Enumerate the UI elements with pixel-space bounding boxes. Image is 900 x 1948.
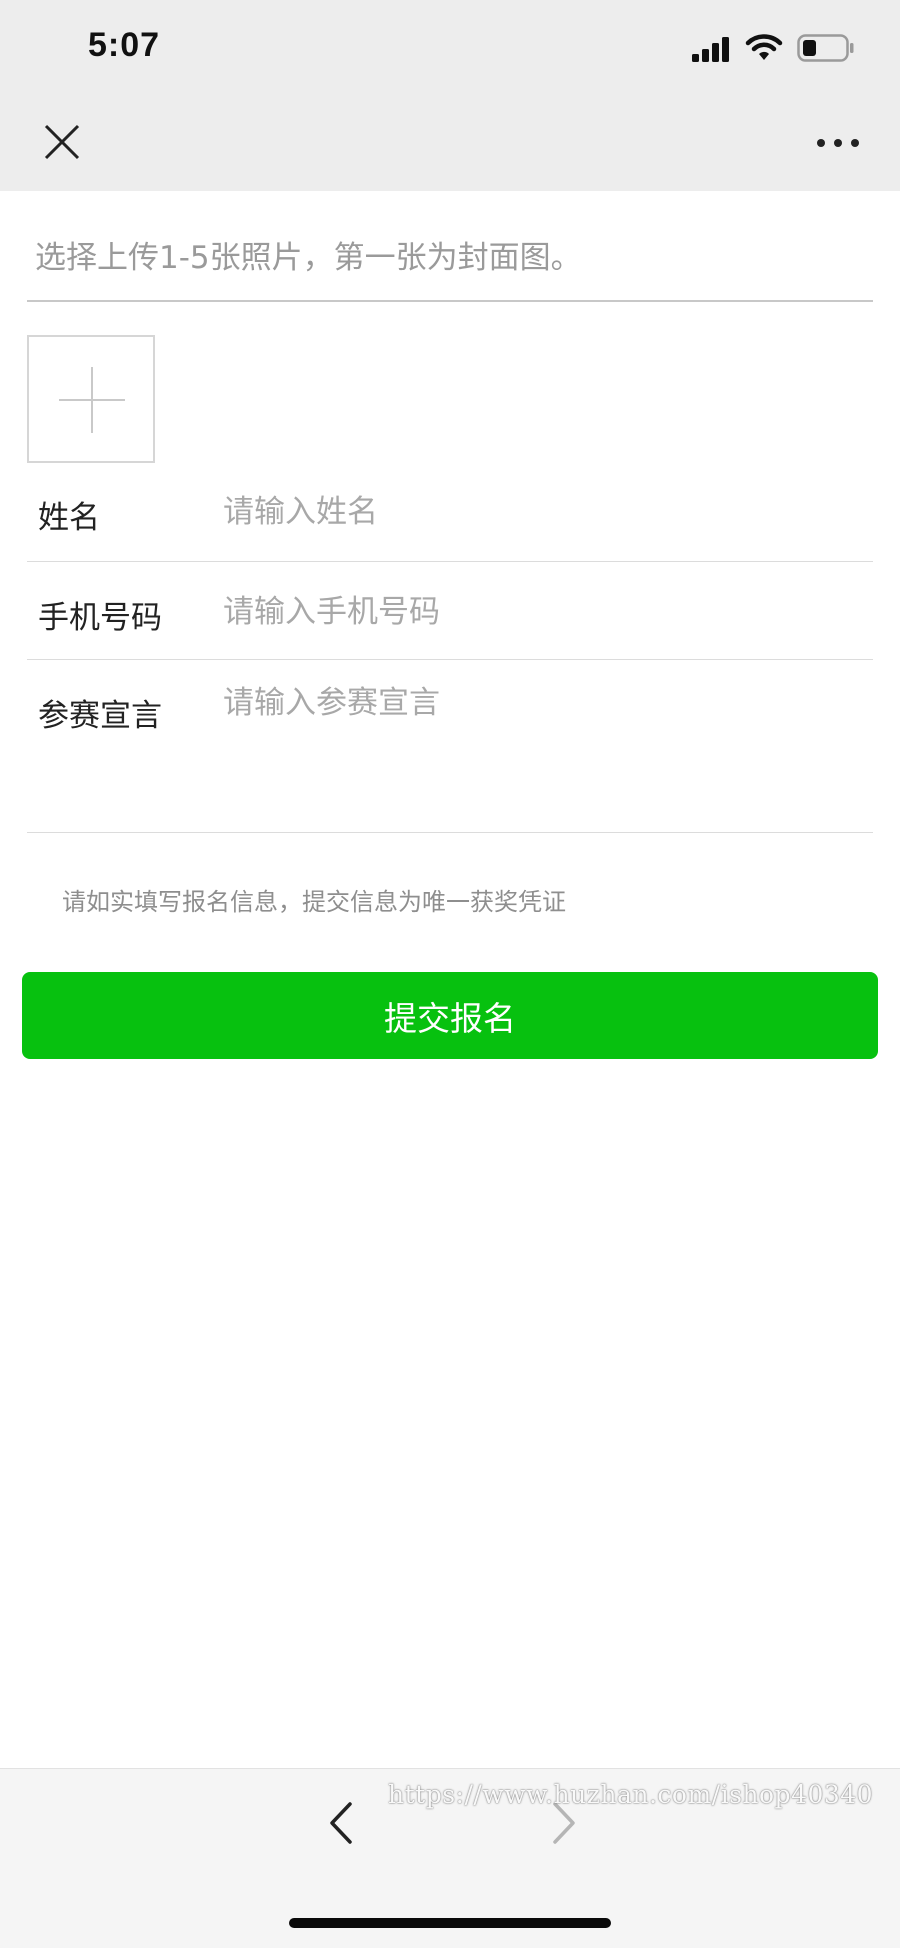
close-button[interactable] xyxy=(36,116,88,168)
declaration-label: 参赛宣言 xyxy=(38,698,162,734)
notice-text: 请如实填写报名信息，提交信息为唯一获奖凭证 xyxy=(62,888,566,916)
photo-upload-button[interactable] xyxy=(27,335,155,463)
name-input[interactable] xyxy=(223,490,863,534)
back-button[interactable] xyxy=(322,1800,362,1846)
screen: 5:07 选择上传1-5张照片，第一张为封面图。 姓名 请输入姓名 手机号码 请… xyxy=(0,0,900,1948)
battery-icon xyxy=(797,34,854,62)
submit-button[interactable]: 提交报名 xyxy=(22,972,878,1059)
phone-label: 手机号码 xyxy=(38,600,162,636)
photo-upload-hint: 选择上传1-5张照片，第一张为封面图。 xyxy=(35,240,582,276)
close-icon xyxy=(44,124,80,160)
divider xyxy=(27,300,873,302)
phone-row: 手机号码 xyxy=(27,562,873,660)
status-time: 5:07 xyxy=(88,26,161,64)
name-label: 姓名 xyxy=(38,500,100,536)
more-button[interactable] xyxy=(812,126,864,158)
wifi-icon xyxy=(745,34,783,60)
signal-icon xyxy=(692,37,729,62)
home-indicator[interactable] xyxy=(289,1918,611,1928)
more-icon xyxy=(817,139,859,147)
chevron-right-icon xyxy=(553,1802,575,1844)
phone-input[interactable] xyxy=(223,590,863,634)
chevron-left-icon xyxy=(330,1802,352,1844)
name-row: 姓名 xyxy=(27,474,873,562)
divider xyxy=(27,832,873,833)
declaration-input[interactable] xyxy=(223,682,863,792)
declaration-row: 参赛宣言 xyxy=(27,660,873,833)
watermark-text: https://www.huzhan.com/ishop40340 xyxy=(388,1780,874,1809)
